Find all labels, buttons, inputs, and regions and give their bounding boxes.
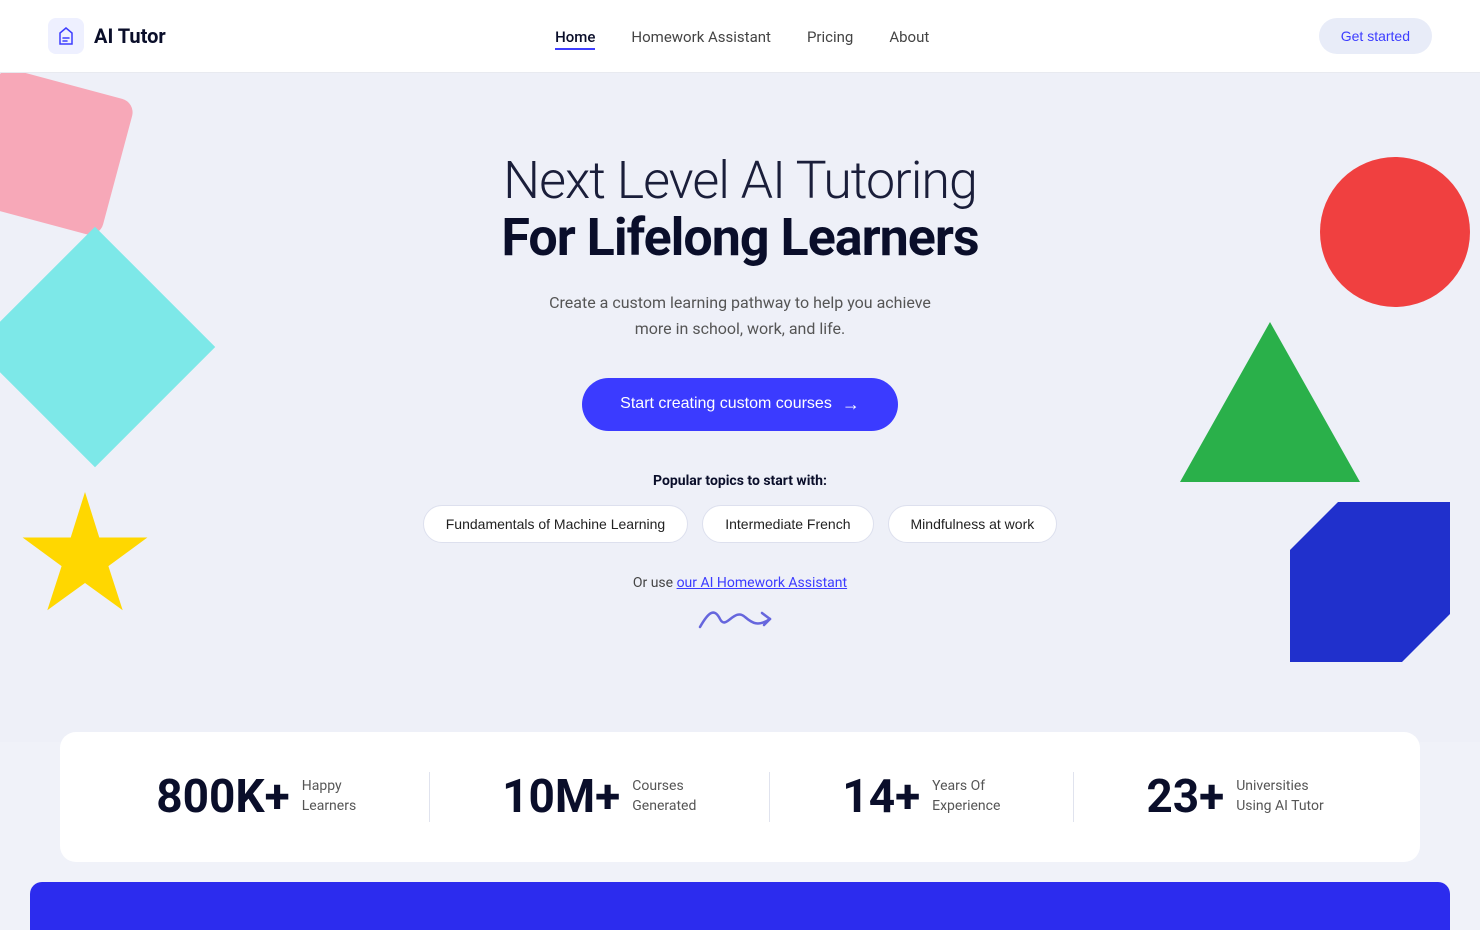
nav-pricing[interactable]: Pricing: [807, 28, 853, 46]
nav-home[interactable]: Home: [555, 28, 595, 50]
stat-label-1: Courses Generated: [632, 777, 696, 816]
deco-shape-blue: [1290, 502, 1450, 662]
navbar: AI Tutor Home Homework Assistant Pricing…: [0, 0, 1480, 72]
stat-label-2: Years Of Experience: [932, 777, 1000, 816]
stat-3: 23+ Universities Using AI Tutor: [1146, 774, 1323, 820]
topics-row: Fundamentals of Machine Learning Interme…: [423, 505, 1057, 543]
stat-number-1: 10M+: [502, 774, 620, 820]
deco-shape-cyan: [0, 227, 215, 467]
deco-shape-red: [1320, 157, 1470, 307]
topic-pill-0[interactable]: Fundamentals of Machine Learning: [423, 505, 688, 543]
hero-title-light: Next Level AI Tutoring: [423, 152, 1057, 209]
bottom-bar: [30, 882, 1450, 930]
topic-pill-2[interactable]: Mindfulness at work: [888, 505, 1058, 543]
logo[interactable]: AI Tutor: [48, 18, 166, 54]
stat-label-3: Universities Using AI Tutor: [1236, 777, 1324, 816]
popular-label: Popular topics to start with:: [423, 473, 1057, 489]
or-use-row: Or use our AI Homework Assistant: [423, 575, 1057, 591]
stat-0: 800K+ Happy Learners: [156, 774, 356, 820]
stat-2: 14+ Years Of Experience: [842, 774, 1000, 820]
stat-divider-1: [769, 772, 770, 822]
squiggle-icon: [423, 599, 1057, 643]
nav-about[interactable]: About: [889, 28, 929, 46]
hero-title-bold: For Lifelong Learners: [423, 209, 1057, 266]
stat-divider-2: [1073, 772, 1074, 822]
homework-assistant-link[interactable]: our AI Homework Assistant: [677, 575, 848, 591]
stat-number-2: 14+: [842, 774, 920, 820]
nav-homework[interactable]: Homework Assistant: [631, 28, 771, 46]
deco-shape-pink: [0, 72, 136, 238]
cta-button[interactable]: Start creating custom courses →: [582, 378, 898, 431]
main-nav: Home Homework Assistant Pricing About: [555, 27, 929, 46]
arrow-icon: →: [842, 394, 860, 415]
get-started-button[interactable]: Get started: [1319, 18, 1432, 54]
hero-section: Next Level AI Tutoring For Lifelong Lear…: [0, 72, 1480, 742]
logo-text: AI Tutor: [94, 24, 166, 48]
stat-1: 10M+ Courses Generated: [502, 774, 696, 820]
deco-shape-green: [1180, 322, 1360, 482]
stat-number-3: 23+: [1146, 774, 1224, 820]
logo-icon: [48, 18, 84, 54]
stat-divider-0: [429, 772, 430, 822]
stat-label-0: Happy Learners: [302, 777, 356, 816]
hero-subtitle: Create a custom learning pathway to help…: [423, 290, 1057, 341]
deco-shape-yellow: [20, 492, 150, 622]
topic-pill-1[interactable]: Intermediate French: [702, 505, 873, 543]
stats-section: 800K+ Happy Learners 10M+ Courses Genera…: [60, 732, 1420, 862]
hero-content: Next Level AI Tutoring For Lifelong Lear…: [423, 152, 1057, 643]
stat-number-0: 800K+: [156, 774, 290, 820]
